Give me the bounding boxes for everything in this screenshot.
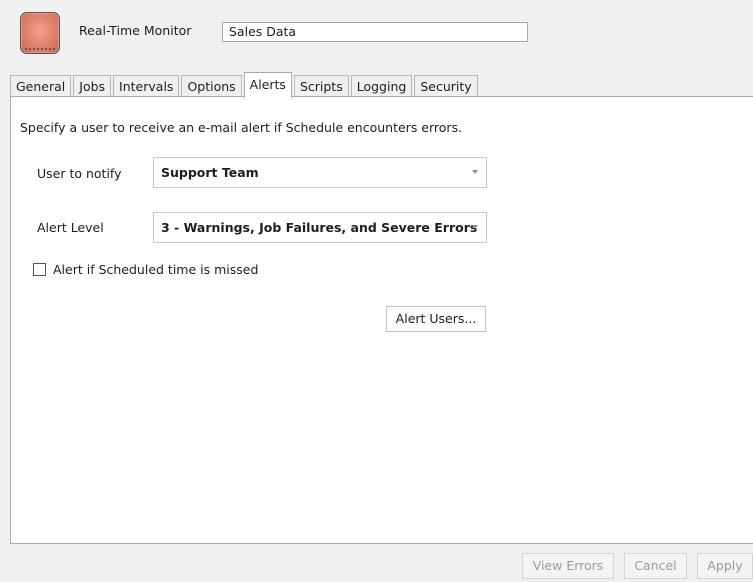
monitor-name-input[interactable]: Sales Data [222, 22, 528, 42]
user-to-notify-value: Support Team [161, 165, 259, 180]
monitor-header: Real-Time Monitor Sales Data [0, 0, 753, 68]
alert-users-button[interactable]: Alert Users... [386, 306, 486, 332]
real-time-monitor-icon [20, 12, 60, 54]
cancel-button[interactable]: Cancel [624, 553, 687, 579]
view-errors-button[interactable]: View Errors [522, 553, 614, 579]
tab-options[interactable]: Options [181, 75, 242, 97]
tab-general[interactable]: General [10, 75, 72, 97]
alert-level-label: Alert Level [37, 220, 104, 235]
tab-security[interactable]: Security [414, 75, 478, 97]
tab-intervals[interactable]: Intervals [113, 75, 180, 97]
alerts-instructions: Specify a user to receive an e-mail aler… [20, 120, 463, 135]
user-to-notify-select[interactable]: Support Team [153, 157, 487, 188]
monitor-type-label: Real-Time Monitor [79, 23, 192, 38]
apply-button[interactable]: Apply [697, 553, 753, 579]
tab-strip: General Jobs Intervals Options Alerts Sc… [10, 71, 480, 98]
missed-time-checkbox[interactable] [33, 263, 46, 276]
missed-time-checkbox-label: Alert if Scheduled time is missed [53, 262, 259, 277]
tab-scripts[interactable]: Scripts [293, 75, 349, 97]
alert-level-select[interactable]: 3 - Warnings, Job Failures, and Severe E… [153, 212, 487, 243]
user-to-notify-label: User to notify [37, 166, 122, 181]
chevron-down-icon [472, 225, 478, 229]
chevron-down-icon [472, 170, 478, 174]
alert-level-value: 3 - Warnings, Job Failures, and Severe E… [161, 220, 478, 235]
missed-time-option[interactable]: Alert if Scheduled time is missed [33, 262, 258, 277]
tab-logging[interactable]: Logging [350, 75, 413, 97]
tab-alerts[interactable]: Alerts [243, 72, 292, 98]
tab-jobs[interactable]: Jobs [73, 75, 112, 97]
